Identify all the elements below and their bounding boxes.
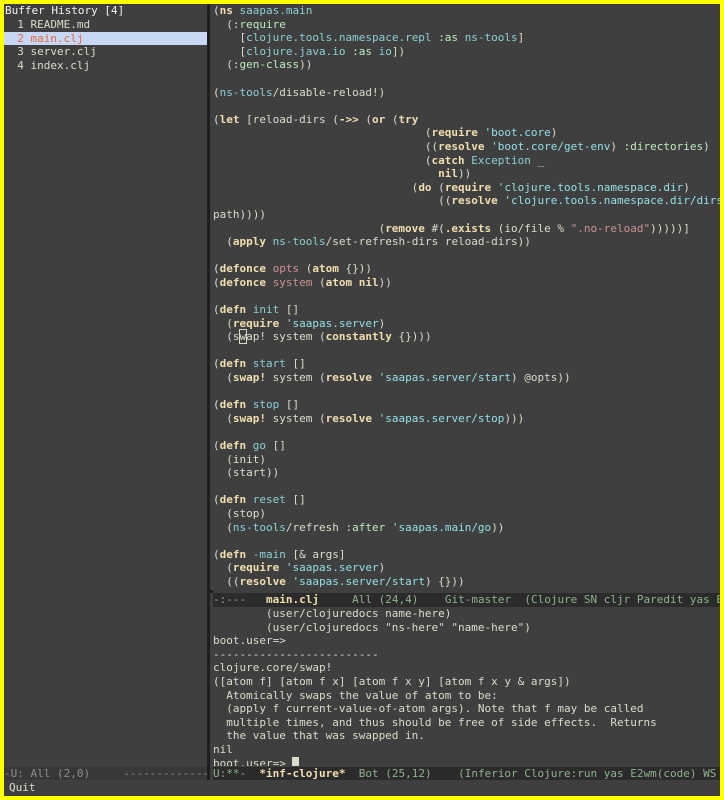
repl-window[interactable]: (user/clojuredocs name-here) (user/cloju…	[213, 607, 720, 766]
repl-line: Atomically swaps the value of atom to be…	[213, 688, 498, 702]
modeline-buffer-name[interactable]: *inf-clojure*	[259, 767, 345, 780]
editor-modeline[interactable]: -:--- main.clj All (24,4) Git-master (Cl…	[213, 593, 720, 607]
repl-line: ([atom f] [atom f x] [atom f x y] [atom …	[213, 674, 571, 688]
repl-prompt-line[interactable]: boot.user=>	[213, 756, 720, 766]
repl-line: -------------------------	[213, 647, 379, 661]
code-editor[interactable]: (ns saapas.main (:require [clojure.tools…	[213, 4, 720, 590]
text-cursor	[292, 756, 300, 766]
repl-line: (user/clojuredocs "ns-here" "name-here")	[213, 620, 531, 634]
repl-line: nil	[213, 742, 233, 756]
minibuffer[interactable]: Quit	[4, 780, 720, 796]
code-content[interactable]: (ns saapas.main (:require [clojure.tools…	[213, 4, 720, 589]
buffer-item-server-clj[interactable]: 3 server.clj	[4, 45, 207, 59]
buffer-history-list: 1 README.md 2 main.clj 3 server.clj 4 in…	[4, 18, 207, 72]
buffer-history-panel: Buffer History [4] 1 README.md 2 main.cl…	[4, 4, 207, 766]
repl-line: (apply f current-value-of-atom args). No…	[213, 702, 644, 716]
buffer-item-readme[interactable]: 1 README.md	[4, 18, 207, 32]
modeline-buffer-name[interactable]: main.clj	[266, 593, 319, 606]
repl-line: (user/clojuredocs name-here)	[213, 607, 452, 620]
repl-line: multiple times, and thus should be free …	[213, 715, 657, 729]
buffer-item-main-clj[interactable]: 2 main.clj	[4, 31, 207, 46]
buffer-history-title: Buffer History [4]	[5, 4, 125, 17]
emacs-frame: Buffer History [4] 1 README.md 2 main.cl…	[4, 4, 720, 796]
repl-line: the value that was swapped in.	[213, 729, 425, 743]
repl-line: boot.user=>	[213, 634, 286, 648]
buffer-history-modeline: -U: All (2,0) ---------------	[4, 767, 207, 781]
buffer-item-index-clj[interactable]: 4 index.clj	[4, 59, 207, 73]
repl-line: clojure.core/swap!	[213, 661, 333, 675]
repl-prompt: boot.user=>	[213, 756, 293, 766]
repl-modeline[interactable]: U:**- *inf-clojure* Bot (25,12) (Inferio…	[213, 767, 720, 781]
window-divider[interactable]	[207, 4, 210, 780]
